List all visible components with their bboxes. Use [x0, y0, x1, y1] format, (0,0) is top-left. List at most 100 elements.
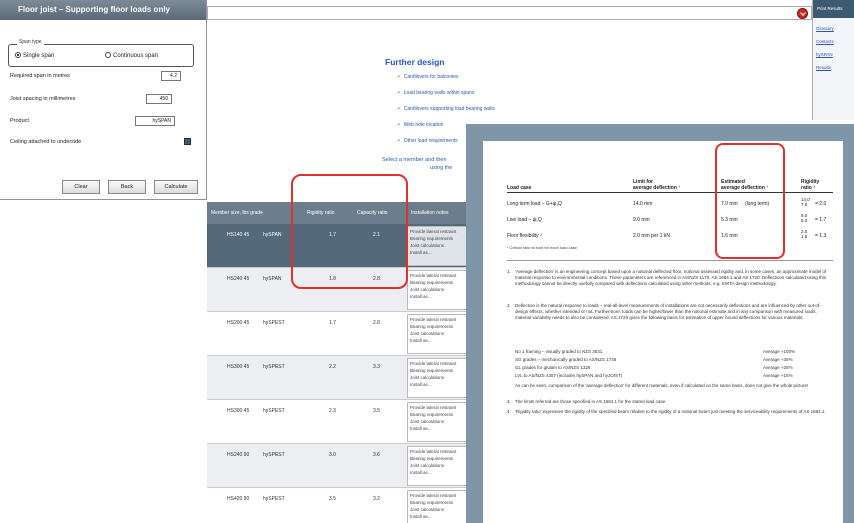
radio-selected-icon [15, 52, 21, 58]
rigidity-value: 3.5 [329, 496, 336, 502]
rigidity-value: 3.0 [329, 452, 336, 458]
table-row[interactable]: HS140 45 hySPAN 1.7 2.1 Provide lateral … [207, 224, 477, 268]
ratio-den: 7.0 [801, 202, 808, 207]
clear-button[interactable]: Clear [62, 180, 100, 194]
app-window: Print Results Glossary Contacts hySPAN R… [0, 0, 854, 523]
table-row[interactable]: HS200 45 hySPEST 1.7 2.8 Provide lateral… [207, 312, 477, 356]
link-load-bearing-walls[interactable]: Load bearing walls within spans [398, 90, 495, 106]
installation-notes: Provide lateral restraint Bearing require… [407, 490, 475, 523]
contacts-link[interactable]: Contacts [816, 39, 854, 44]
member-size: HS240 45 [227, 276, 250, 282]
note-line: Provide lateral restraint [410, 449, 457, 454]
table-row[interactable]: HS420 90 hySPEST 3.5 3.2 Provide lateral… [207, 488, 477, 523]
input-panel: Floor joist – Supporting floor loads onl… [0, 0, 207, 200]
estimated-value: 7.0 mm [721, 201, 738, 207]
note-line: Provide lateral restraint [410, 317, 457, 322]
table-row[interactable]: HS300 45 hySPEST 2.2 3.3 Provide lateral… [207, 356, 477, 400]
note-line: Bearing requirements [410, 500, 454, 505]
avg-label: LVL to AS/NZS 4357 (includes hySPAN and … [515, 373, 623, 378]
member-grade: hySPEST [263, 496, 285, 502]
ratio-den: 1.6 [801, 234, 808, 239]
note-line: Joist calculations [410, 331, 445, 336]
member-grade: hySPEST [263, 364, 285, 370]
footnote-summary: As can be seen, comparison of the 'avera… [515, 383, 809, 388]
capacity-value: 3.6 [373, 452, 380, 458]
note-line: Provide lateral restraint [410, 493, 457, 498]
member-size: HS240 90 [227, 452, 250, 458]
member-grade: hySPAN [263, 232, 282, 238]
single-span-radio[interactable]: Single span [15, 52, 54, 59]
note-line: Install as... [410, 294, 432, 299]
header-limit: Limit for average deflection ¹ [633, 179, 680, 191]
avg-label: No 1 framing – visually graded to NZS 36… [515, 349, 603, 354]
load-case: Live load – ψ₁Q [507, 217, 542, 223]
note-line: Provide lateral restraint [410, 229, 457, 234]
span-input[interactable]: 4.2 [161, 71, 181, 81]
note-line: Install as... [410, 470, 432, 475]
ceiling-checkbox[interactable] [184, 138, 191, 145]
col-rigidity[interactable]: Rigidity ratio [307, 210, 335, 216]
installation-notes: Provide lateral restraint Bearing require… [407, 270, 475, 310]
single-span-label: Single span [23, 53, 55, 59]
avg-value: Average +25% [763, 365, 793, 370]
note-line: Provide lateral restraint [410, 405, 457, 410]
ceiling-label: Ceiling attached to underside [10, 139, 82, 145]
span-type-legend: Span type [17, 39, 44, 45]
avg-label: GL grades for glulam to AS/NZS 1328 [515, 365, 591, 370]
ratio-value: = 2.0 [815, 201, 827, 207]
header-estimated: Estimated average deflection ¹ [721, 179, 768, 191]
estimated-note: (long term) [745, 201, 770, 207]
member-size: HS200 45 [227, 320, 250, 326]
continuous-span-radio[interactable]: Continuous span [105, 52, 158, 59]
print-results-header[interactable]: Print Results [813, 0, 854, 18]
table-row[interactable]: HS240 45 hySPAN 1.8 2.8 Provide lateral … [207, 268, 477, 312]
note-line: Install as... [410, 338, 432, 343]
popup-content: Load case Limit for average deflection ¹ … [483, 141, 843, 523]
note-line: Bearing requirements [410, 236, 454, 241]
footnote-1: 1. 'Average deflection' is an engineering… [507, 269, 827, 287]
col-capacity[interactable]: Capacity ratio [357, 210, 388, 216]
note-line: Bearing requirements [410, 324, 454, 329]
ratio-den: 5.3 [801, 218, 808, 223]
spacing-input[interactable]: 450 [146, 94, 172, 104]
note-line: Provide lateral restraint [410, 273, 457, 278]
col-member-size[interactable]: Member size, lbs grade [211, 210, 263, 216]
hyspan-link[interactable]: hySPAN [816, 52, 854, 57]
product-select[interactable]: hySPAN [135, 116, 175, 126]
limit-value: 14.0 mm [633, 201, 653, 207]
footnote-text: 'Rigidity ratio' expresses the rigidity … [515, 409, 826, 414]
note-line: Joist calculations [410, 463, 445, 468]
footnote-text: 'Average deflection' is an engineering c… [515, 269, 827, 286]
installation-notes: Provide lateral restraint Bearing require… [407, 226, 475, 266]
ratio-fraction: 9.0 5.3 [801, 213, 807, 223]
footnote-2: 2. Deflection is the natural response to … [507, 303, 827, 321]
avg-value: Average +35% [763, 357, 793, 362]
header-load-case: Load case [507, 185, 532, 191]
note-line: Bearing requirements [410, 280, 454, 285]
rigidity-ratio-popup: Load case Limit for average deflection ¹ … [466, 124, 854, 523]
member-grade: hySPEST [263, 408, 285, 414]
estimated-value: 1.6 mm [721, 233, 738, 239]
calculate-button[interactable]: Calculate [154, 180, 198, 194]
close-icon[interactable] [797, 8, 808, 19]
back-button[interactable]: Back [108, 180, 146, 194]
rigidity-value: 1.7 [329, 232, 336, 238]
table-row[interactable]: HS240 90 hySPEST 3.0 3.6 Provide lateral… [207, 444, 477, 488]
footnote-number: 4. [507, 409, 511, 414]
glossary-link[interactable]: Glossary [816, 26, 854, 31]
link-cantilevers-walls[interactable]: Cantilevers supporting load bearing wall… [398, 106, 495, 122]
spacing-label: Joist spacing in millimetres [10, 96, 76, 102]
table-header: Member size, lbs grade Rigidity ratio Ca… [207, 202, 477, 224]
table-row[interactable]: HS300 45 hySPEST 2.3 3.5 Provide lateral… [207, 400, 477, 444]
installation-notes: Provide lateral restraint Bearing require… [407, 358, 475, 398]
header-line: ratio ³ [801, 185, 815, 191]
link-cantilevers-balconies[interactable]: Cantilevers for balconies [398, 74, 495, 90]
limit-value: 9.0 mm [633, 217, 650, 223]
note-line: Install as... [410, 514, 432, 519]
header-rule [507, 192, 833, 193]
limit-value: 2.0 mm per 1 kN [633, 233, 670, 239]
header-line: average deflection ¹ [633, 185, 680, 191]
panel-title: Floor joist – Supporting floor loads onl… [0, 0, 206, 20]
capacity-value: 2.1 [373, 232, 380, 238]
results-link[interactable]: Results [816, 65, 854, 70]
